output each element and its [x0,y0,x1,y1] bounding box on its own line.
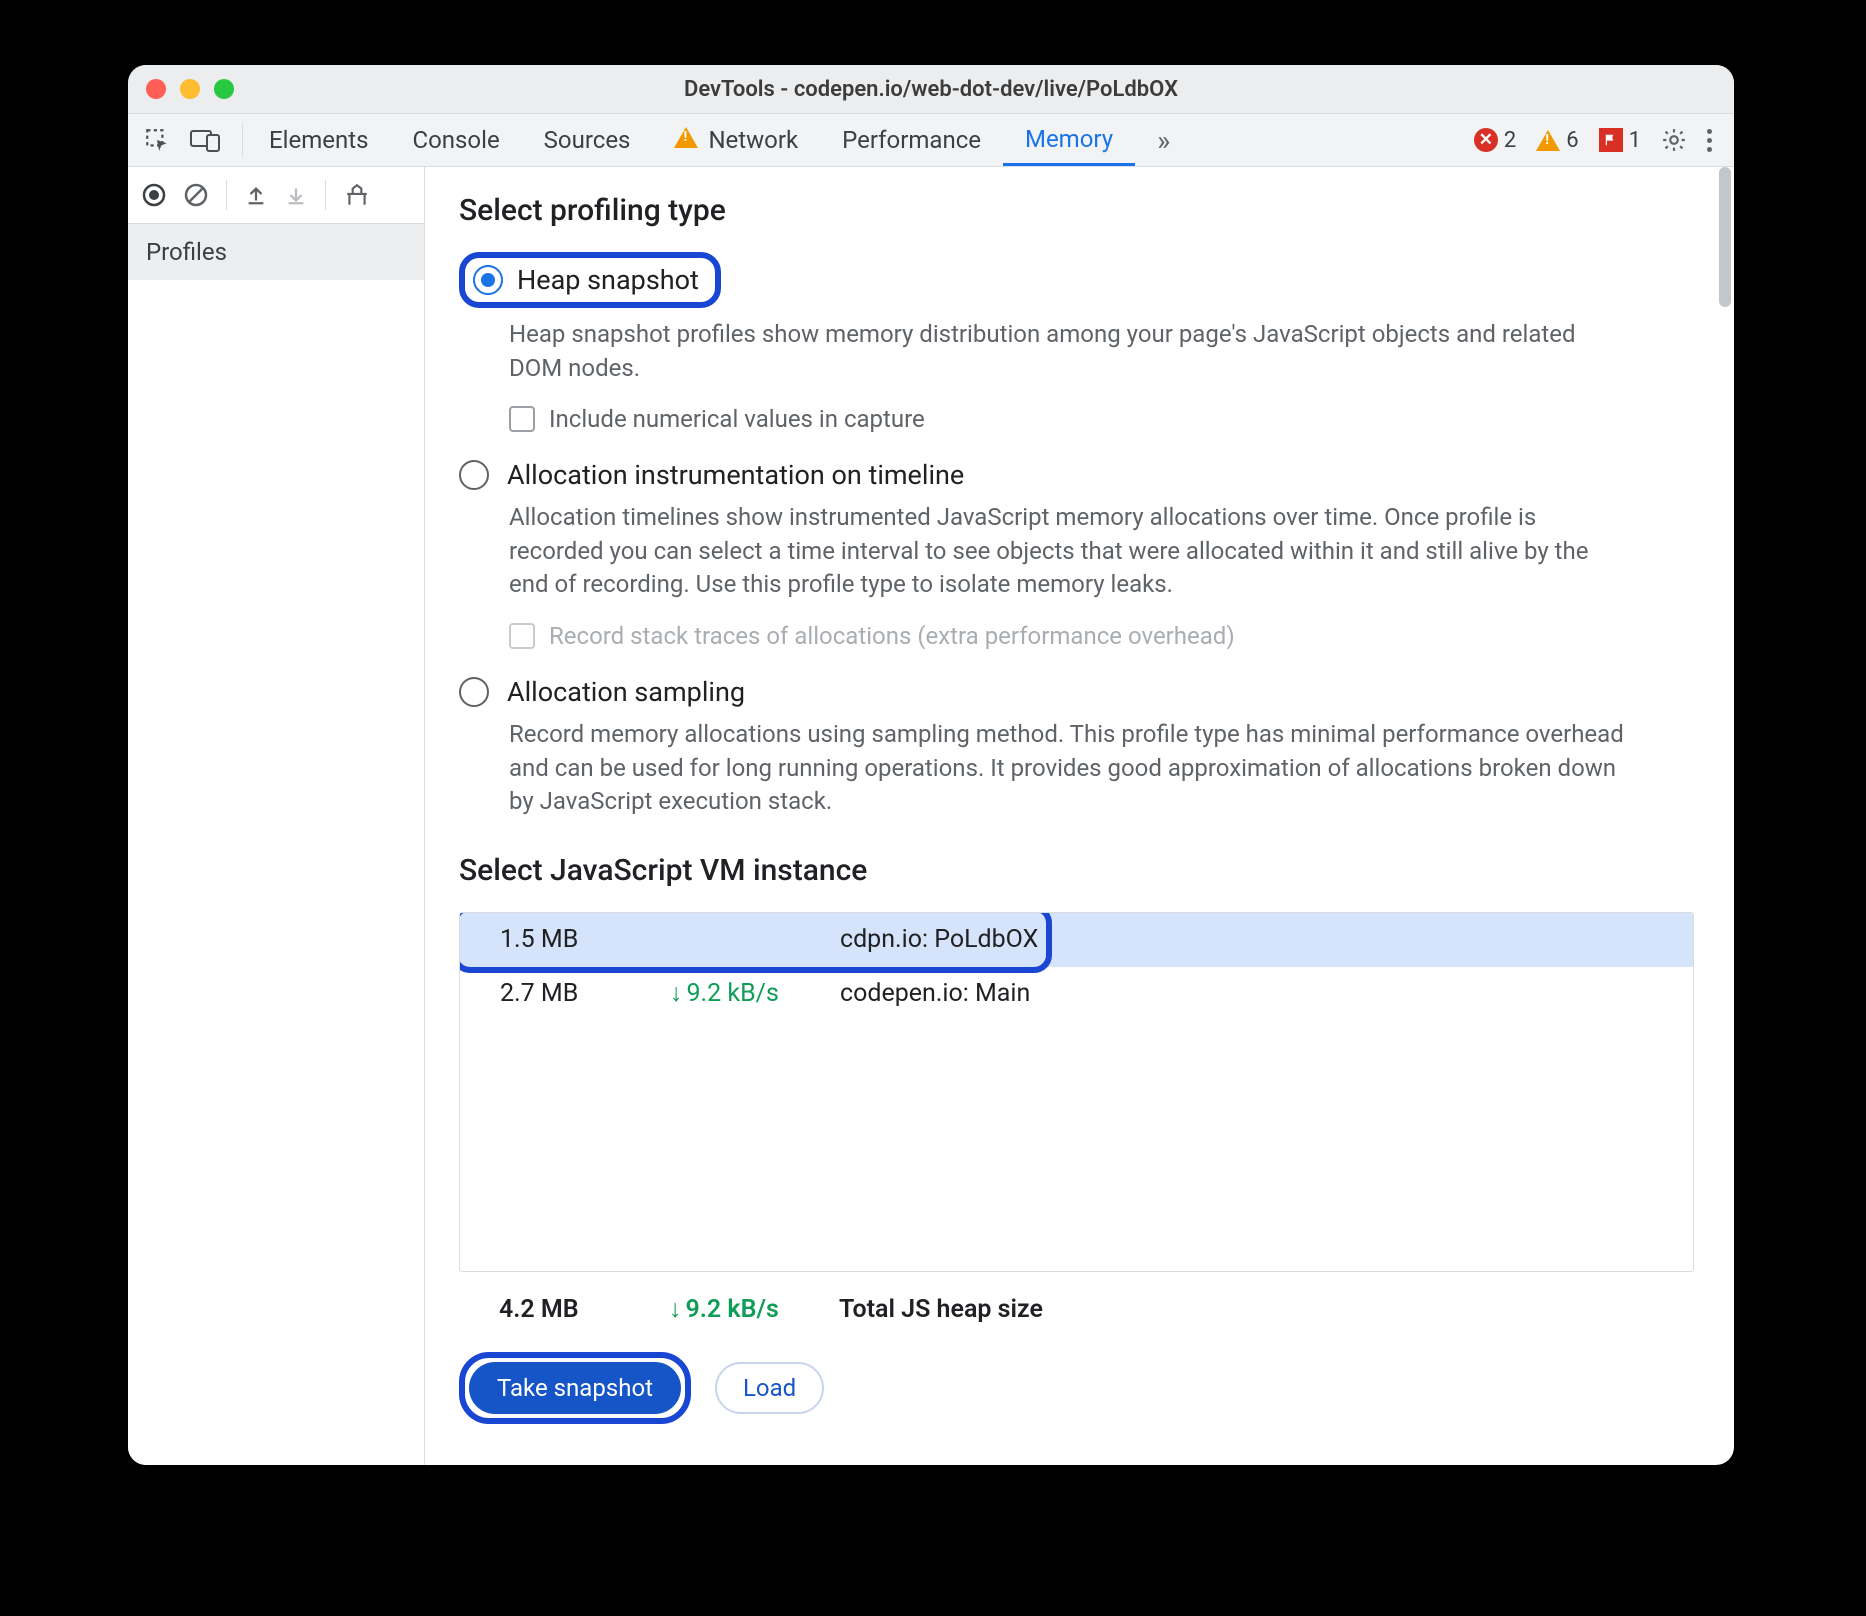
vm-row-rate: ↓9.2 kB/s [670,979,840,1008]
radio-allocation-sampling[interactable] [459,677,489,707]
vm-row-size: 1.5 MB [460,925,670,954]
profiling-type-heading: Select profiling type [459,193,1694,228]
heap-snapshot-description: Heap snapshot profiles show memory distr… [509,318,1629,385]
vm-total-rate: ↓9.2 kB/s [669,1295,839,1324]
tab-network[interactable]: Network [652,114,820,166]
down-arrow-icon: ↓ [670,979,683,1008]
include-numerical-values-checkbox[interactable] [509,406,535,432]
vm-total-size: 4.2 MB [459,1295,669,1324]
garbage-collect-icon[interactable] [344,182,370,208]
include-numerical-values-label: Include numerical values in capture [549,405,925,433]
error-count-value: 2 [1504,128,1516,153]
vm-instance-heading: Select JavaScript VM instance [459,853,1694,888]
tab-network-label: Network [708,126,798,154]
maximize-window-button[interactable] [214,79,234,99]
radio-allocation-timeline[interactable] [459,460,489,490]
tab-elements[interactable]: Elements [247,114,390,166]
status-area: ✕ 2 6 1 [1474,127,1724,153]
upload-icon[interactable] [245,183,267,207]
annotation-highlight: Heap snapshot [459,252,721,308]
devtools-toolbar: Elements Console Sources Network Perform… [128,114,1734,167]
tab-console[interactable]: Console [390,114,521,166]
memory-panel-content: Select profiling type Heap snapshot Heap… [425,167,1734,1465]
window-controls [146,79,234,99]
warning-icon [1536,130,1560,151]
allocation-timeline-description: Allocation timelines show instrumented J… [509,501,1629,602]
profiling-option-allocation-sampling: Allocation sampling Record memory alloca… [459,676,1694,819]
tab-sources[interactable]: Sources [522,114,653,166]
radio-heap-snapshot[interactable] [473,265,503,295]
error-count[interactable]: ✕ 2 [1474,128,1516,153]
profiles-toolbar [128,167,424,224]
device-toolbar-icon[interactable] [190,127,220,153]
settings-gear-icon[interactable] [1661,127,1687,153]
profiling-option-allocation-timeline: Allocation instrumentation on timeline A… [459,459,1694,650]
inspect-element-icon[interactable] [144,127,170,153]
minimize-window-button[interactable] [180,79,200,99]
record-stack-traces-label: Record stack traces of allocations (extr… [549,622,1235,650]
load-button[interactable]: Load [715,1362,824,1414]
record-icon[interactable] [142,183,166,207]
include-numerical-values-row: Include numerical values in capture [509,405,1694,433]
panel-tabs: Elements Console Sources Network Perform… [247,114,1192,166]
down-arrow-icon: ↓ [669,1295,682,1324]
action-buttons: Take snapshot Load [459,1352,1694,1424]
window-title: DevTools - codepen.io/web-dot-dev/live/P… [684,77,1178,102]
tab-memory[interactable]: Memory [1003,114,1135,166]
content-scrollbar[interactable] [1716,167,1734,1465]
allocation-sampling-description: Record memory allocations using sampling… [509,718,1629,819]
profiles-section-header[interactable]: Profiles [128,224,424,280]
devtools-window: DevTools - codepen.io/web-dot-dev/live/P… [128,65,1734,1465]
profiling-option-heap-snapshot: Heap snapshot Heap snapshot profiles sho… [459,252,1694,433]
more-tabs-button[interactable]: » [1135,114,1192,166]
vm-row-size: 2.7 MB [460,979,670,1008]
download-icon[interactable] [285,183,307,207]
allocation-timeline-label: Allocation instrumentation on timeline [507,459,964,491]
warning-count-value: 6 [1566,128,1578,153]
clear-icon[interactable] [184,183,208,207]
vm-row-target: cdpn.io: PoLdbOX [840,925,1693,954]
kebab-menu-icon[interactable] [1707,129,1712,152]
vm-total-label: Total JS heap size [839,1295,1694,1324]
warning-count[interactable]: 6 [1536,128,1578,153]
vm-total-row: 4.2 MB ↓9.2 kB/s Total JS heap size [459,1286,1694,1334]
warning-triangle-icon [674,126,698,154]
vm-instance-list: 1.5 MB cdpn.io: PoLdbOX 2.7 MB ↓9.2 kB/s… [459,912,1694,1272]
record-stack-traces-row: Record stack traces of allocations (extr… [509,622,1694,650]
allocation-sampling-label: Allocation sampling [507,676,745,708]
tab-performance[interactable]: Performance [820,114,1003,166]
record-stack-traces-checkbox[interactable] [509,623,535,649]
error-icon: ✕ [1474,128,1498,152]
annotation-highlight: Take snapshot [459,1352,691,1424]
heap-snapshot-label: Heap snapshot [517,264,699,296]
issues-count[interactable]: 1 [1599,128,1641,153]
vm-row-target: codepen.io: Main [840,979,1693,1008]
profiles-sidebar: Profiles [128,167,425,1465]
vm-instance-row[interactable]: 2.7 MB ↓9.2 kB/s codepen.io: Main [460,967,1693,1021]
vm-instance-row[interactable]: 1.5 MB cdpn.io: PoLdbOX [460,913,1693,967]
close-window-button[interactable] [146,79,166,99]
issues-count-value: 1 [1629,128,1641,153]
take-snapshot-button[interactable]: Take snapshot [469,1362,681,1414]
titlebar: DevTools - codepen.io/web-dot-dev/live/P… [128,65,1734,114]
issues-icon [1599,128,1623,152]
